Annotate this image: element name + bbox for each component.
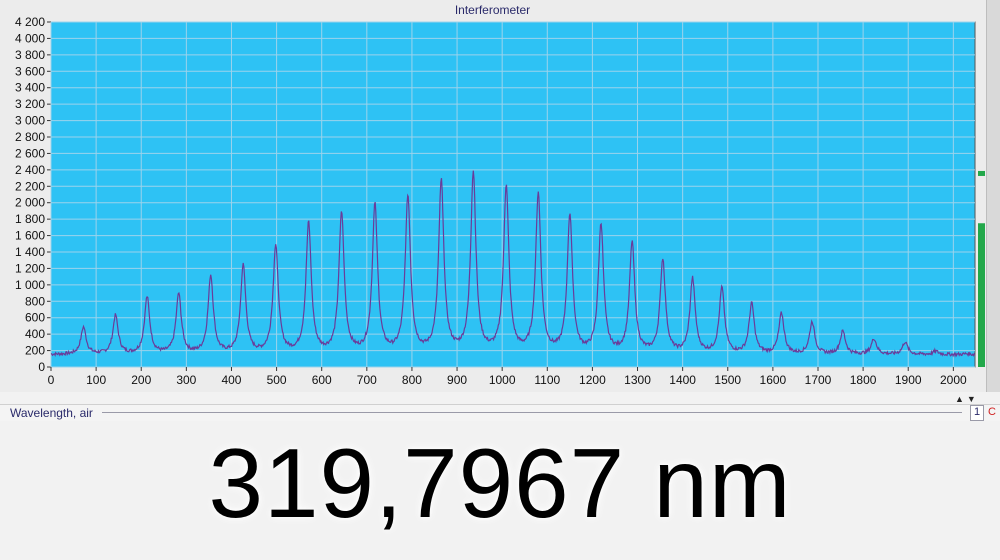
x-tick-label: 1300 <box>624 373 651 387</box>
x-tick-label: 2000 <box>940 373 967 387</box>
y-tick-label: 2 400 <box>15 163 45 177</box>
y-tick-label: 3 400 <box>15 81 45 95</box>
x-tick-label: 1700 <box>805 373 832 387</box>
collapse-arrows-icon[interactable]: ▲▼ <box>955 394 979 404</box>
signal-level-bar <box>978 223 985 367</box>
wavelength-readout: 319,7967 nm <box>208 428 792 538</box>
y-tick-label: 2 600 <box>15 146 45 160</box>
x-tick-label: 800 <box>402 373 422 387</box>
readout-area: 319,7967 nm <box>0 421 1000 560</box>
y-tick-label: 2 800 <box>15 130 45 144</box>
x-tick-label: 400 <box>221 373 241 387</box>
x-tick-label: 1900 <box>895 373 922 387</box>
y-tick-label: 3 600 <box>15 64 45 78</box>
x-tick-label: 1500 <box>714 373 741 387</box>
x-tick-label: 1400 <box>669 373 696 387</box>
y-tick-label: 1 800 <box>15 212 45 226</box>
x-tick-label: 0 <box>48 373 55 387</box>
x-tick-label: 100 <box>86 373 106 387</box>
x-tick-label: 200 <box>131 373 151 387</box>
wavelength-divider <box>102 412 962 413</box>
signal-level-marker <box>978 170 985 176</box>
y-tick-label: 1 400 <box>15 245 45 259</box>
y-tick-label: 600 <box>25 311 45 325</box>
x-tick-label: 1800 <box>850 373 877 387</box>
y-tick-label: 3 200 <box>15 97 45 111</box>
x-tick-label: 500 <box>267 373 287 387</box>
y-tick-label: 400 <box>25 327 45 341</box>
x-tick-label: 1100 <box>534 373 560 387</box>
interferometer-panel: Interferometer 0 200 400 600 800 1 000 1 200 1 … <box>0 0 1000 392</box>
y-tick-label: 1 200 <box>15 261 45 275</box>
y-tick-label: 1 600 <box>15 229 45 243</box>
x-tick-label: 300 <box>176 373 196 387</box>
y-tick-label: 4 200 <box>15 15 45 29</box>
channel-letter[interactable]: C <box>988 406 996 418</box>
x-tick-label: 700 <box>357 373 377 387</box>
x-tick-label: 1000 <box>489 373 516 387</box>
y-tick-label: 2 200 <box>15 179 45 193</box>
y-tick-label: 200 <box>25 344 45 358</box>
x-tick-label: 900 <box>447 373 467 387</box>
panel-scroll-edge[interactable] <box>986 0 1000 392</box>
x-tick-label: 1200 <box>579 373 606 387</box>
y-tick-label: 800 <box>25 294 45 308</box>
wavelength-field-bar: Wavelength, air 1 C <box>0 404 1000 422</box>
y-tick-label: 0 <box>38 360 45 374</box>
y-tick-label: 1 000 <box>15 278 45 292</box>
y-tick-label: 2 000 <box>15 196 45 210</box>
interferometer-chart: 0 200 400 600 800 1 000 1 200 1 400 1 600 1 800 2 … <box>15 15 985 387</box>
channel-selector[interactable]: 1 <box>970 405 984 421</box>
x-tick-label: 1600 <box>760 373 787 387</box>
y-tick-label: 3 800 <box>15 48 45 62</box>
wavelength-label: Wavelength, air <box>10 406 93 420</box>
y-tick-label: 3 000 <box>15 114 45 128</box>
y-tick-label: 4 000 <box>15 31 45 45</box>
x-tick-label: 600 <box>312 373 332 387</box>
